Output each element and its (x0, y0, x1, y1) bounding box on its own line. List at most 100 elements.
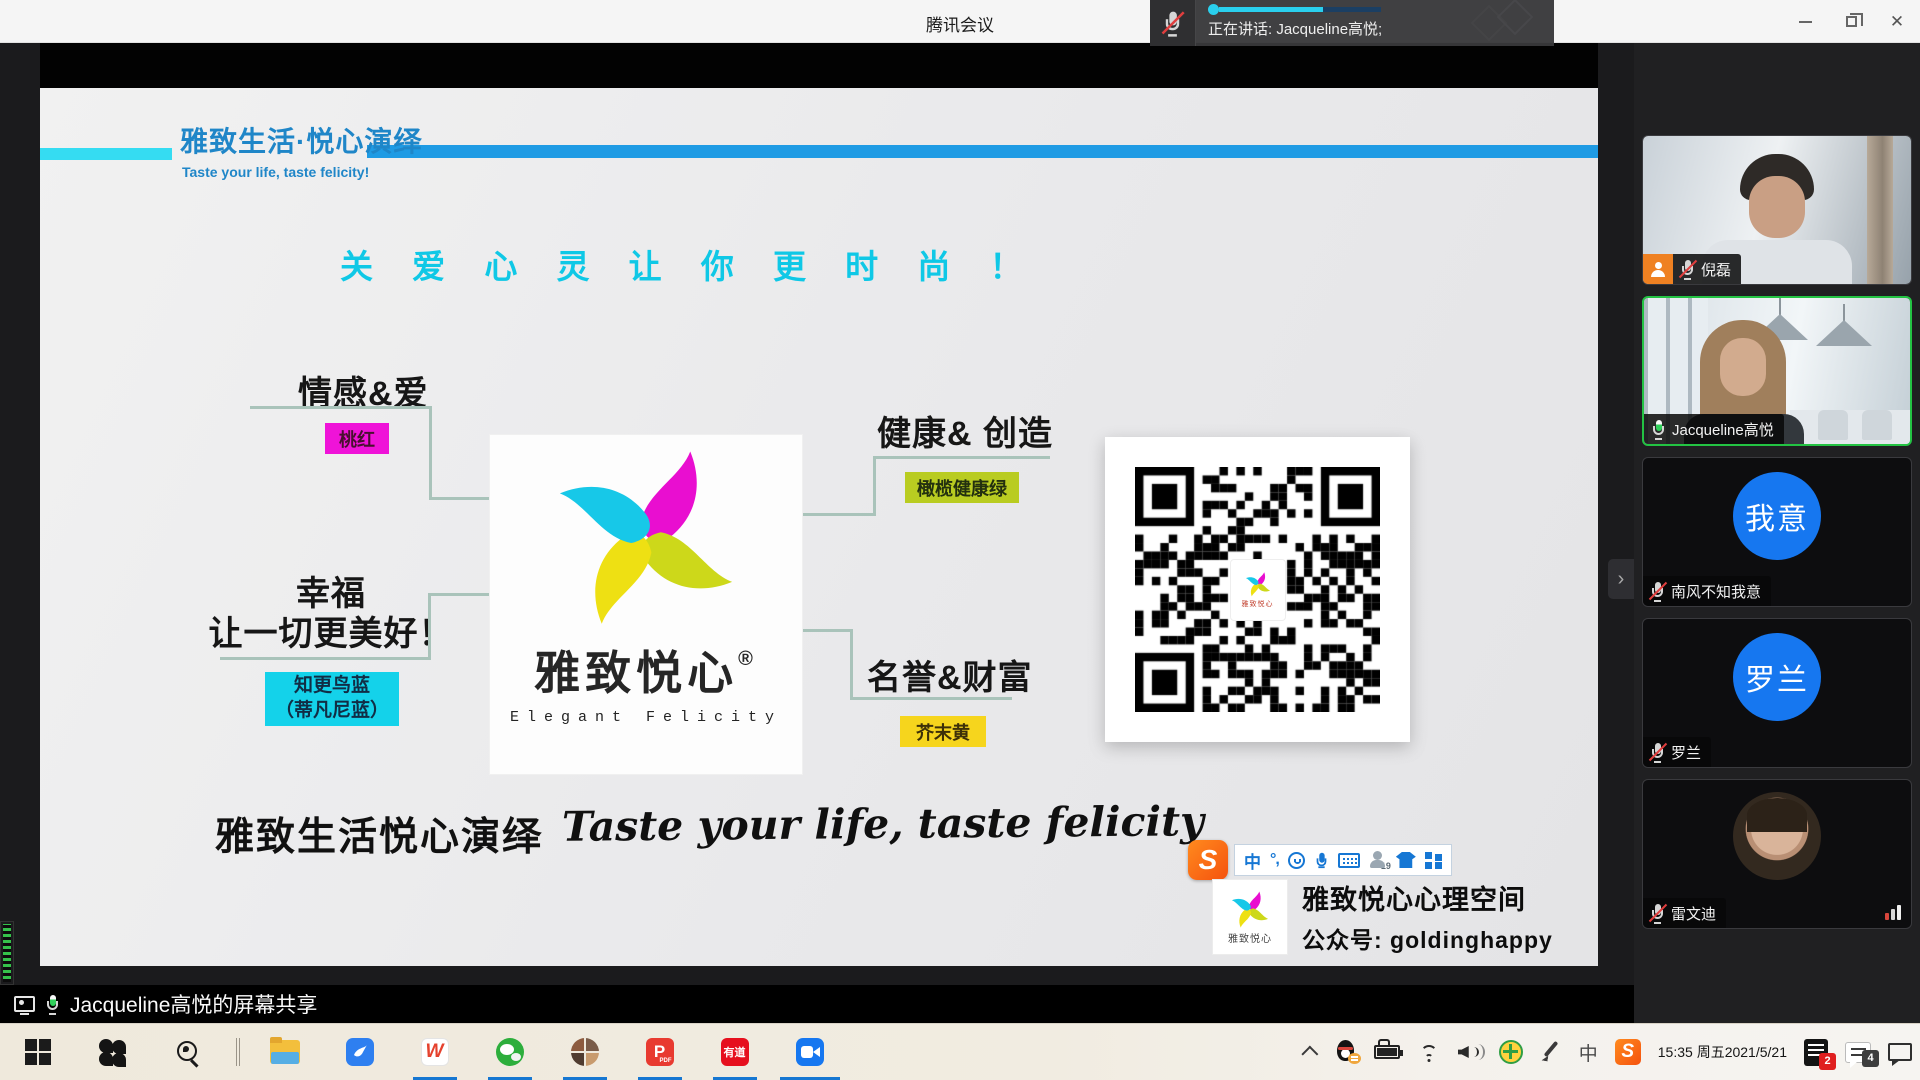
tray-pen-input[interactable] (1540, 1041, 1562, 1063)
pinwheel-logo-icon (540, 435, 752, 635)
member-role-badge (1643, 254, 1673, 284)
header-cyan-bar (40, 148, 172, 160)
wechat-account-title: 雅致悦心心理空间 (1302, 878, 1553, 917)
participant-name-pill: 倪磊 (1673, 254, 1741, 284)
tencent-meeting-window: 腾讯会议 ✕ 正在讲话: Jacqueline高悦; (0, 0, 1920, 1080)
tray-chat-notifications[interactable]: 4 (1845, 1042, 1871, 1063)
banner-main: 正在讲话: Jacqueline高悦; (1196, 0, 1554, 46)
avatar (1733, 792, 1821, 880)
qr-center-label: 雅致悦心 (1242, 599, 1274, 609)
taskbar-clock[interactable]: 15:35 周五 2021/5/21 (1658, 1043, 1787, 1062)
mic-muted-icon (1650, 581, 1665, 602)
screen-share-icon (14, 996, 35, 1012)
action-center-button[interactable] (1888, 1043, 1912, 1061)
taskbar-app-wps[interactable]: W (397, 1024, 472, 1080)
connector (250, 406, 432, 409)
wechat-icon (496, 1038, 524, 1066)
qr-code-card: 雅致悦心 (1105, 437, 1410, 742)
windows-taskbar: W PPDF 有道 中 S 15:35 周五 2021/5/21 2 4 (0, 1023, 1920, 1080)
chinese-ime-icon: 中 (1579, 1039, 1598, 1066)
participant-tile[interactable]: 我意 南风不知我意 (1642, 457, 1912, 607)
tray-expand-button[interactable] (1306, 1046, 1318, 1058)
window-controls: ✕ (1782, 0, 1920, 43)
participant-tile[interactable]: 雷文迪 (1642, 779, 1912, 929)
notification-badge: 4 (1862, 1050, 1879, 1067)
taskbar-search-button[interactable] (150, 1024, 225, 1080)
tray-battery[interactable] (1374, 1045, 1400, 1059)
close-button[interactable]: ✕ (1874, 0, 1920, 43)
badge-peach-pink: 桃红 (325, 423, 389, 454)
participant-name-pill: 南风不知我意 (1643, 576, 1771, 606)
tray-doc-notifications[interactable]: 2 (1804, 1039, 1828, 1066)
badge-tiffany-line2: （蒂凡尼蓝） (275, 699, 389, 724)
slide-brand-subtitle: Taste your life, taste felicity! (182, 164, 369, 180)
share-status-bar: Jacqueline高悦的屏幕共享 (0, 985, 1634, 1023)
node-wealth-title: 名誉&财富 (867, 650, 1033, 699)
sogou-icon: S (1615, 1039, 1641, 1065)
brand-logo-name: 雅致悦心® (534, 637, 758, 703)
taskbar-tray: 中 S 15:35 周五 2021/5/21 2 4 (1306, 1024, 1912, 1080)
participant-name: 罗兰 (1671, 742, 1701, 763)
chevron-up-icon (1301, 1046, 1318, 1063)
ime-toolbar: 中 °, 19 (1234, 844, 1452, 876)
toolbox-grid-icon[interactable] (1425, 852, 1442, 869)
taskbar-app-photos[interactable] (547, 1024, 622, 1080)
participant-tile[interactable]: 罗兰 罗兰 (1642, 618, 1912, 768)
ime-user-badge: 19 (1381, 861, 1391, 871)
avatar: 我意 (1733, 472, 1821, 560)
pdf-icon: PPDF (646, 1038, 674, 1066)
taskbar-app-youdao[interactable]: 有道 (697, 1024, 772, 1080)
taskbar-app-pdf[interactable]: PPDF (622, 1024, 697, 1080)
pdf-sub-label: PDF (660, 1058, 672, 1064)
sidebar-collapse-button[interactable]: › (1608, 559, 1634, 599)
network-signal-icon (1885, 905, 1901, 920)
connector (429, 406, 432, 500)
participant-name-pill: 雷文迪 (1643, 898, 1726, 928)
restore-button[interactable] (1828, 0, 1874, 43)
keyboard-icon[interactable] (1338, 853, 1360, 868)
notification-badge: 2 (1819, 1053, 1836, 1070)
slide-tagline-cn: 雅致生活悦心演绎 (215, 806, 543, 862)
taskbar-app-file-explorer[interactable] (247, 1024, 322, 1080)
taskbar-app-tencent-meeting[interactable] (772, 1024, 847, 1080)
action-center-icon (1888, 1043, 1912, 1061)
participant-tile[interactable]: 倪磊 (1642, 135, 1912, 285)
tray-volume[interactable] (1458, 1043, 1482, 1061)
taskbar-app-360-browser[interactable] (75, 1024, 150, 1080)
volume-fill (1219, 7, 1323, 12)
pinwheel-logo-icon (1243, 570, 1273, 598)
node-happiness-title-2: 让一切更美好！ (200, 606, 462, 655)
clock-time: 15:35 周五 (1658, 1043, 1725, 1062)
connector (873, 456, 876, 516)
tray-ime-language[interactable]: 中 (1579, 1039, 1598, 1066)
participant-name: 雷文迪 (1671, 903, 1716, 924)
emoji-icon[interactable] (1288, 852, 1305, 869)
minimize-button[interactable] (1782, 0, 1828, 43)
participant-tile-active-speaker[interactable]: Jacqueline高悦 (1642, 296, 1912, 446)
tray-antivirus[interactable] (1499, 1040, 1523, 1064)
banner-mic-cell[interactable] (1150, 0, 1196, 46)
tray-qq[interactable] (1335, 1040, 1357, 1064)
clock-date: 2021/5/21 (1725, 1043, 1787, 1062)
skin-icon[interactable] (1396, 852, 1416, 868)
brand-logo-latin: Elegant Felicity (510, 709, 782, 726)
slide-brand-title: 雅致生活·悦心演绎 (180, 120, 422, 160)
ime-punctuation[interactable]: °, (1270, 851, 1279, 869)
bird-icon (346, 1038, 374, 1066)
shared-slide: 雅致生活·悦心演绎 Taste your life, taste felicit… (40, 88, 1598, 966)
badge-tiffany-line1: 知更鸟蓝 (294, 674, 370, 699)
photo-collage-icon (571, 1038, 599, 1066)
sogou-logo-icon[interactable]: S (1188, 840, 1228, 880)
youdao-icon: 有道 (721, 1038, 749, 1066)
taskbar-app-thunder[interactable] (322, 1024, 397, 1080)
tray-sogou[interactable]: S (1615, 1039, 1641, 1065)
ime-user-icon[interactable]: 19 (1369, 851, 1387, 869)
ime-mode-chinese[interactable]: 中 (1244, 848, 1261, 873)
tray-network[interactable] (1417, 1042, 1441, 1062)
start-button[interactable] (0, 1024, 75, 1080)
wechat-account-card: 雅致悦心 雅致悦心心理空间 公众号: goldinghappy (1212, 878, 1553, 955)
taskbar-app-wechat[interactable] (472, 1024, 547, 1080)
volume-knob[interactable] (1208, 4, 1219, 15)
voice-input-icon[interactable] (1315, 852, 1329, 868)
close-icon: ✕ (1890, 13, 1904, 30)
